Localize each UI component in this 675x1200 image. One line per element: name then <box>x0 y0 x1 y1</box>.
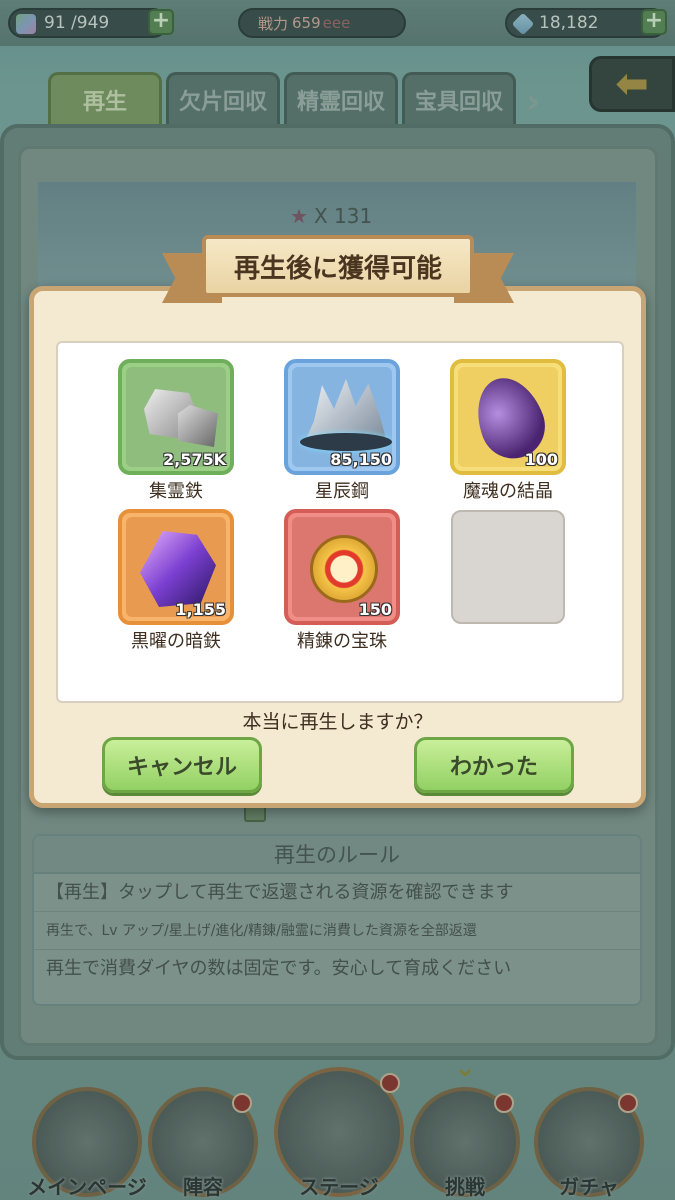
reward-quantity: 100 <box>524 450 558 469</box>
confirm-button[interactable]: わかった <box>414 737 574 793</box>
reward-frame: 100 <box>450 359 566 475</box>
reward-item[interactable]: 100 魔魂の結晶 <box>450 359 566 503</box>
reward-item[interactable]: 2,575K 集霊鉄 <box>118 359 234 503</box>
dialog-title: 再生後に獲得可能 <box>202 235 474 297</box>
reward-quantity: 150 <box>358 600 392 619</box>
reward-name: 集霊鉄 <box>149 481 203 502</box>
dialog-title-ribbon: 再生後に獲得可能 <box>162 225 514 307</box>
reward-frame: 150 <box>284 509 400 625</box>
cancel-button[interactable]: キャンセル <box>102 737 262 793</box>
reward-item[interactable]: 150 精錬の宝珠 <box>284 509 400 653</box>
reward-quantity: 1,155 <box>175 600 226 619</box>
reward-name: 精錬の宝珠 <box>297 631 387 652</box>
reward-quantity: 85,150 <box>330 450 392 469</box>
reward-name: 魔魂の結晶 <box>463 481 553 502</box>
reward-item[interactable]: 85,150 星辰鋼 <box>284 359 400 503</box>
reward-frame: 2,575K <box>118 359 234 475</box>
reward-item[interactable]: 1,155 黒曜の暗鉄 <box>118 509 234 653</box>
reward-frame: 1,155 <box>118 509 234 625</box>
reward-quantity: 2,575K <box>162 450 226 469</box>
empty-reward-slot <box>451 510 565 624</box>
rebirth-rewards-dialog: 2,575K 集霊鉄 85,150 星辰鋼 100 魔魂の結晶 1,155 黒曜… <box>29 286 646 808</box>
reward-frame: 85,150 <box>284 359 400 475</box>
confirm-question: 本当に再生しますか？ <box>242 711 433 733</box>
reward-name: 黒曜の暗鉄 <box>131 631 221 652</box>
reward-grid: 2,575K 集霊鉄 85,150 星辰鋼 100 魔魂の結晶 1,155 黒曜… <box>56 341 624 703</box>
reward-name: 星辰鋼 <box>315 481 369 502</box>
